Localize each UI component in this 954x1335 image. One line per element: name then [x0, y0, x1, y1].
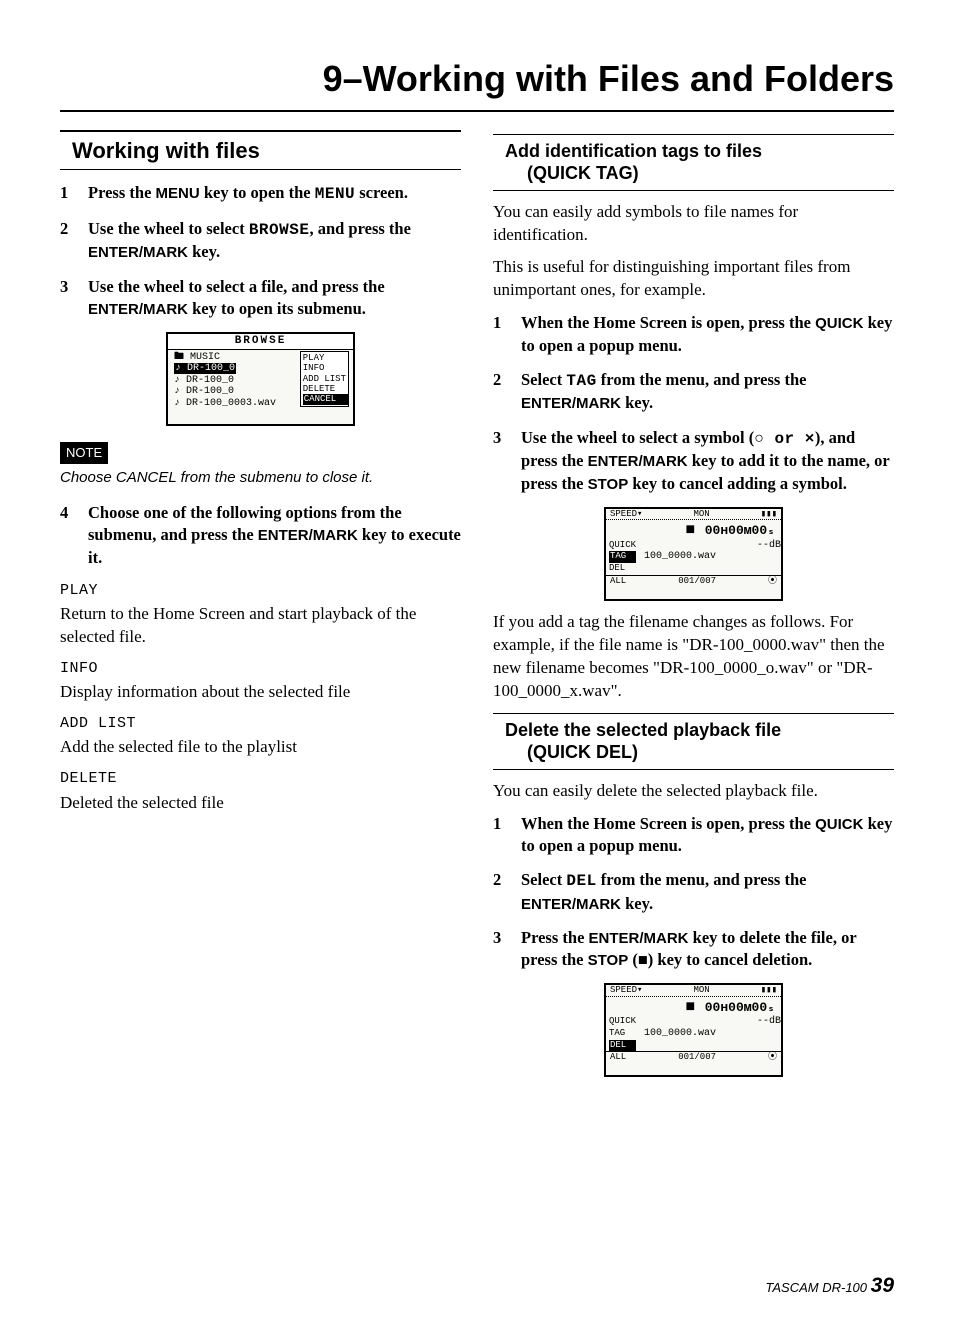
option-delete-desc: Deleted the selected file	[60, 792, 461, 815]
step-3: Use the wheel to select a file, and pres…	[60, 276, 461, 321]
note-text: Choose CANCEL from the submenu to close …	[60, 468, 461, 488]
step-4: Choose one of the following options from…	[60, 502, 461, 569]
option-play-desc: Return to the Home Screen and start play…	[60, 603, 461, 649]
lcd-quick-del-screenshot: SPEED▾MON▮▮▮ ■ 00ʜ00ᴍ00ₛ QUICK TAG DEL -…	[604, 983, 783, 1077]
del-intro: You can easily delete the selected playb…	[493, 780, 894, 803]
note-label: NOTE	[60, 442, 108, 464]
tag-step-1: When the Home Screen is open, press the …	[493, 312, 894, 357]
lcd-popup: PLAY INFO ADD LIST DELETE CANCEL	[300, 351, 349, 407]
steps-quick-del: When the Home Screen is open, press the …	[493, 813, 894, 972]
option-info-label: INFO	[60, 659, 461, 679]
subheading-quick-del: Delete the selected playback file (QUICK…	[493, 713, 894, 770]
tag-intro-2: This is useful for distinguishing import…	[493, 256, 894, 302]
menu-key-label: MENU	[156, 185, 200, 202]
footer-brand: TASCAM DR-100	[765, 1280, 867, 1295]
option-delete-label: DELETE	[60, 769, 461, 789]
steps-continued: Choose one of the following options from…	[60, 502, 461, 569]
tag-after-text: If you add a tag the filename changes as…	[493, 611, 894, 703]
option-addlist-desc: Add the selected file to the playlist	[60, 736, 461, 759]
del-step-2: Select DEL from the menu, and press the …	[493, 869, 894, 915]
step-2: Use the wheel to select BROWSE, and pres…	[60, 218, 461, 264]
tag-intro-1: You can easily add symbols to file names…	[493, 201, 894, 247]
page-number: 39	[871, 1274, 894, 1297]
del-step-1: When the Home Screen is open, press the …	[493, 813, 894, 858]
page-footer: TASCAM DR-100 39	[765, 1272, 894, 1300]
steps-quick-tag: When the Home Screen is open, press the …	[493, 312, 894, 495]
subheading-quick-tag: Add identification tags to files (QUICK …	[493, 134, 894, 191]
option-play-label: PLAY	[60, 581, 461, 601]
steps-working-with-files: Press the MENU key to open the MENU scre…	[60, 182, 461, 320]
right-column: Add identification tags to files (QUICK …	[493, 130, 894, 1088]
del-step-3: Press the ENTER/MARK key to delete the f…	[493, 927, 894, 972]
option-addlist-label: ADD LIST	[60, 714, 461, 734]
lcd-quick-tag-screenshot: SPEED▾MON▮▮▮ ■ 00ʜ00ᴍ00ₛ QUICK TAG DEL -…	[604, 507, 783, 601]
option-info-desc: Display information about the selected f…	[60, 681, 461, 704]
chapter-title: 9–Working with Files and Folders	[60, 55, 894, 112]
left-column: Working with files Press the MENU key to…	[60, 130, 461, 1088]
step-1: Press the MENU key to open the MENU scre…	[60, 182, 461, 206]
tag-step-3: Use the wheel to select a symbol (○ or ×…	[493, 427, 894, 495]
tag-step-2: Select TAG from the menu, and press the …	[493, 369, 894, 415]
section-heading-working-with-files: Working with files	[60, 130, 461, 171]
lcd-browse-screenshot: BROWSE 🖿 MUSIC ♪ DR-100_0 ♪ DR-100_0 ♪ D…	[166, 332, 355, 426]
